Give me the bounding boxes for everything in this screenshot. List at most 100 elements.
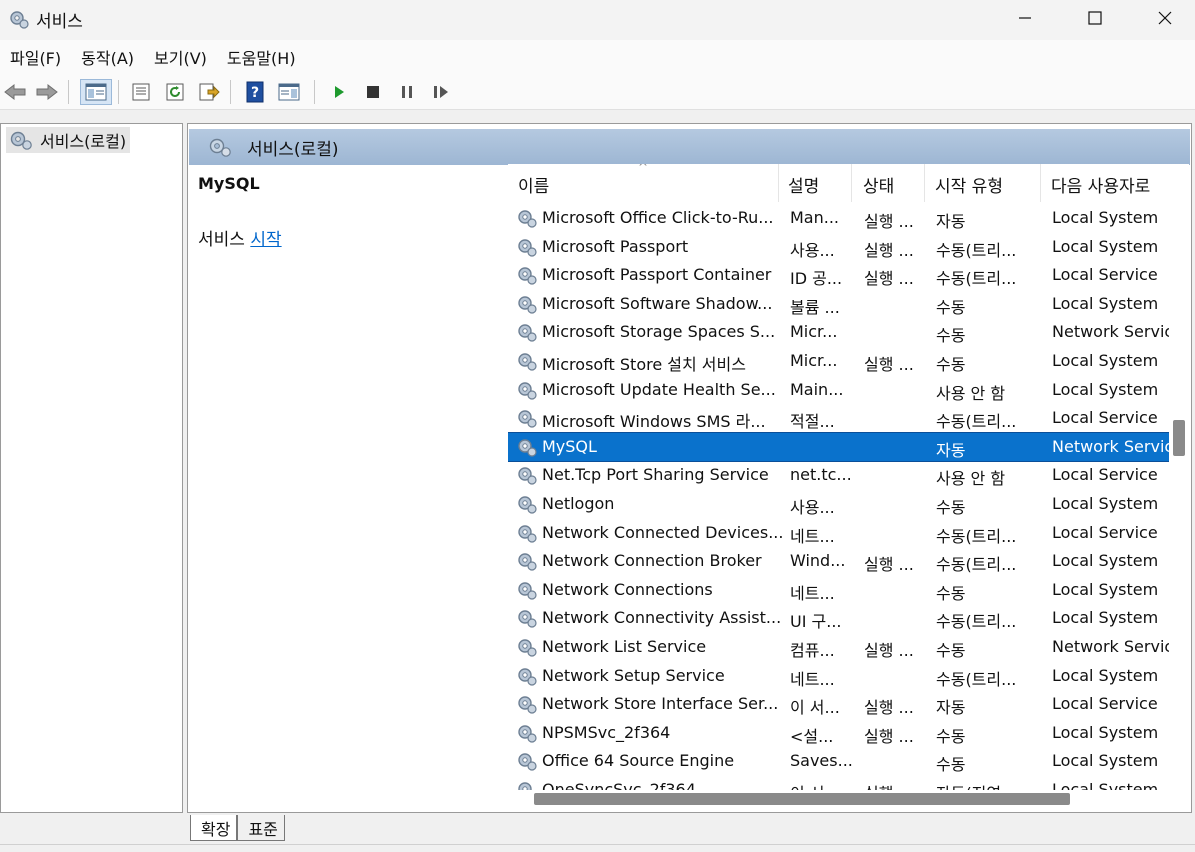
pause-service-button[interactable] [394, 79, 420, 105]
service-log-on-as-cell: Network Service [1052, 637, 1169, 656]
close-button[interactable] [1130, 0, 1195, 36]
horizontal-scroll-thumb[interactable] [534, 793, 1070, 805]
table-row[interactable]: OneSyncSvc_2f364 이 서... 실행 ... 자동(지연... Loca… [508, 776, 1169, 790]
menu-action[interactable]: 동작(A) [71, 45, 144, 69]
column-header-name[interactable]: 이름 [518, 172, 549, 197]
service-startup-type-cell: 수동(트리... [936, 555, 1017, 575]
table-row[interactable]: Microsoft Passport Container ID 공... 실행 ..… [508, 261, 1169, 289]
table-row[interactable]: MySQL 자동 Network Service [508, 431, 1169, 462]
service-name-cell: Microsoft Office Click-to-Ru... [542, 208, 774, 227]
title-bar: 서비스 [0, 0, 1195, 40]
menu-view[interactable]: 보기(V) [144, 45, 217, 69]
resume-service-button[interactable] [428, 79, 454, 105]
table-row[interactable]: Network Setup Service 네트... 수동(트리... Local … [508, 662, 1169, 690]
table-row[interactable]: Office 64 Source Engine Saves... 수동 Local S… [508, 747, 1169, 775]
help-button[interactable]: ? [242, 79, 268, 105]
table-row[interactable]: Network Connectivity Assist... UI 구... 수동(… [508, 604, 1169, 632]
tab-extended[interactable]: 확장 [190, 815, 238, 841]
service-gear-icon [518, 582, 537, 600]
service-description-cell: Main... [790, 379, 844, 399]
tree-item-services-local[interactable]: 서비스(로컬) [6, 127, 131, 153]
pause-service-icon [402, 86, 412, 98]
service-startup-type-cell: 사용 안 함 [936, 469, 1006, 489]
service-name-cell: Microsoft Storage Spaces S... [542, 322, 776, 342]
service-log-on-as-cell: Local Service [1052, 522, 1158, 542]
refresh-button[interactable] [162, 79, 188, 105]
service-log-on-as-cell: Local Service [1052, 694, 1158, 714]
tab-standard[interactable]: 표준 [237, 815, 285, 841]
start-service-button[interactable] [326, 79, 352, 105]
service-gear-icon [518, 353, 537, 371]
export-list-button[interactable] [196, 79, 222, 105]
table-row[interactable]: Microsoft Store 설치 서비스 Micr... 실행 ... 수동 Loc… [508, 347, 1169, 375]
horizontal-scrollbar[interactable] [508, 790, 1169, 810]
show-hide-tree-icon [85, 83, 107, 101]
service-status-cell: 실행 ... [864, 698, 914, 718]
service-status-cell: 실행 ... [864, 555, 914, 575]
minimize-button[interactable] [990, 0, 1060, 36]
service-startup-type-cell: 사용 안 함 [936, 383, 1006, 403]
menu-help[interactable]: 도움말(H) [217, 45, 306, 69]
forward-button[interactable] [34, 79, 60, 105]
service-name-cell: Network Connectivity Assist... [542, 608, 782, 628]
service-status-cell: 실행 ... [864, 355, 914, 374]
table-row[interactable]: Microsoft Windows SMS 라... 적절... 수동(트리... L… [508, 404, 1169, 432]
show-hide-action-pane-button[interactable] [276, 79, 302, 105]
service-description-cell: 네트... [790, 669, 835, 689]
service-name-cell: Network Connections [542, 579, 713, 599]
service-name-cell: Microsoft Passport Container [542, 265, 772, 285]
services-list[interactable]: ^ 이름 설명 상태 시작 유형 다음 사용자로 Microsoft Offic… [508, 164, 1169, 790]
menu-file[interactable]: 파일(F) [0, 45, 71, 69]
table-row[interactable]: Network Connection Broker Wind... 실행 ... 수동… [508, 547, 1169, 575]
service-name-cell: Microsoft Windows SMS 라... [542, 412, 766, 432]
service-description-cell: ID 공... [790, 269, 843, 289]
table-row[interactable]: Microsoft Office Click-to-Ru... Man... 실행 … [508, 204, 1169, 232]
table-row[interactable]: Network Store Interface Ser... 이 서... 실행 .… [508, 690, 1169, 718]
show-hide-tree-button[interactable] [80, 79, 112, 105]
column-header-startup-type[interactable]: 시작 유형 [935, 172, 1003, 197]
service-startup-type-cell: 자동(지연... [936, 780, 1040, 790]
start-service-link[interactable]: 시작 [250, 230, 281, 250]
column-header-description[interactable]: 설명 [788, 172, 819, 197]
table-row[interactable]: Netlogon 사용... 수동 Local System [508, 490, 1169, 518]
service-startup-type-cell: 수동(트리... [936, 669, 1017, 689]
refresh-icon [166, 83, 184, 101]
console-tree: 서비스(로컬) [0, 123, 183, 813]
tree-item-label: 서비스(로컬) [40, 132, 127, 151]
table-row[interactable]: Network Connected Devices... 네트... 수동(트리..… [508, 519, 1169, 547]
service-gear-icon [518, 439, 537, 457]
service-gear-icon [518, 467, 537, 485]
pane-header: 서비스(로컬) [189, 129, 1190, 165]
service-name-cell: Microsoft Store 설치 서비스 [542, 355, 746, 374]
table-row[interactable]: Microsoft Update Health Se... Main... 사용 안… [508, 376, 1169, 404]
column-header-log-on-as[interactable]: 다음 사용자로 [1051, 172, 1150, 197]
close-icon [1158, 11, 1172, 25]
service-gear-icon [518, 210, 537, 228]
service-name-cell: NPSMSvc_2f364 [542, 722, 671, 742]
service-log-on-as-cell: Local System [1052, 494, 1159, 513]
service-log-on-as-cell: Local System [1052, 751, 1159, 771]
vertical-scrollbar[interactable] [1169, 164, 1189, 790]
service-description-cell: Saves... [790, 751, 852, 771]
service-description-cell: <설... [790, 726, 834, 746]
column-header-status[interactable]: 상태 [863, 172, 894, 197]
vertical-scroll-thumb[interactable] [1173, 420, 1185, 456]
table-row[interactable]: Network List Service 컴퓨... 실행 ... 수동 Network… [508, 633, 1169, 661]
resume-service-icon [434, 86, 448, 98]
stop-service-button[interactable] [360, 79, 386, 105]
service-gear-icon [518, 753, 537, 771]
service-startup-type-cell: 수동 [936, 641, 966, 660]
service-name-cell: Network Connection Broker [542, 551, 762, 571]
table-row[interactable]: Network Connections 네트... 수동 Local System [508, 576, 1169, 604]
back-button[interactable] [2, 79, 28, 105]
table-row[interactable]: Microsoft Passport 사용... 실행 ... 수동(트리... Loc… [508, 233, 1169, 261]
properties-button[interactable] [128, 79, 154, 105]
maximize-button[interactable] [1060, 0, 1130, 36]
table-row[interactable]: NPSMSvc_2f364 <설... 실행 ... 수동 Local System [508, 719, 1169, 747]
service-gear-icon [518, 639, 537, 657]
service-action: 서비스 시작 [198, 225, 498, 250]
table-row[interactable]: Microsoft Storage Spaces S... Micr... 수동 Ne… [508, 318, 1169, 346]
table-row[interactable]: Microsoft Software Shadow... 볼륨 ... 수동 Loca… [508, 290, 1169, 318]
service-gear-icon [518, 696, 537, 714]
table-row[interactable]: Net.Tcp Port Sharing Service net.tc... 사용 … [508, 461, 1169, 489]
